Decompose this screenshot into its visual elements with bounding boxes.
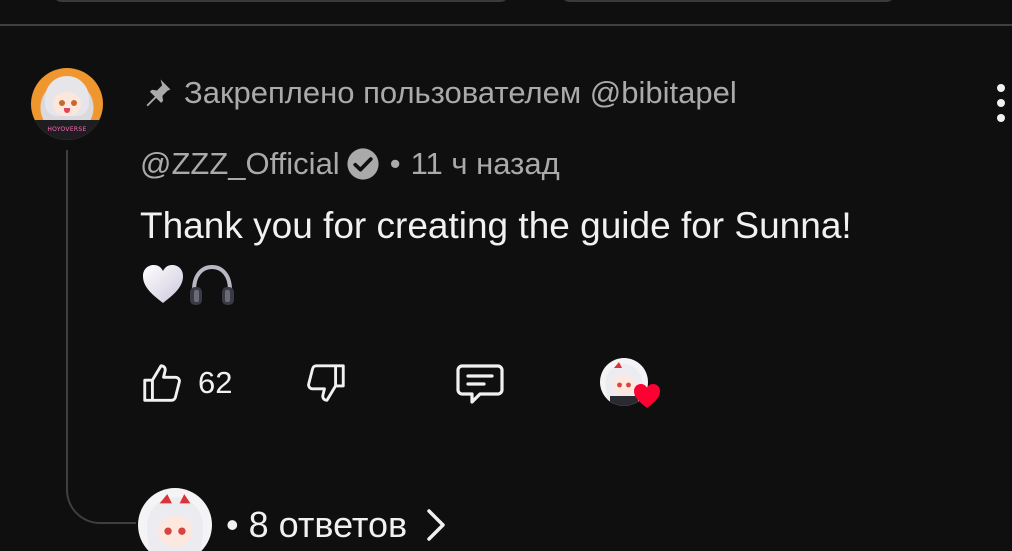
author-handle[interactable]: @ZZZ_Official (140, 146, 340, 182)
verified-check-icon (347, 148, 379, 180)
like-button[interactable]: 62 (138, 360, 232, 406)
creator-heart-badge (600, 358, 666, 410)
view-replies-button[interactable]: • 8 ответов (138, 488, 451, 551)
comment-icon (456, 364, 504, 404)
scroll-edge-shadow (560, 0, 896, 2)
more-options-icon[interactable] (990, 80, 1012, 126)
heart-icon (634, 384, 660, 408)
comment-body: Thank you for creating the guide for Sun… (140, 205, 852, 246)
headphones-icon (190, 264, 234, 305)
comment-emojis (140, 260, 238, 308)
thumbs-up-icon (143, 364, 181, 402)
thumbs-down-icon (307, 364, 345, 402)
scroll-edge-shadow (52, 0, 510, 2)
pinned-label: Закреплено пользователем @bibitapel (184, 75, 737, 110)
divider (0, 24, 1012, 26)
reply-button[interactable] (454, 360, 506, 412)
avatar-logo-text: HOYOVERSE (47, 126, 87, 133)
thread-connector-line (66, 150, 136, 524)
pin-icon (146, 79, 171, 107)
separator-dot: • (389, 146, 401, 181)
author-avatar[interactable]: HOYOVERSE (31, 68, 103, 140)
reply-author-avatar (138, 488, 212, 551)
dislike-button[interactable] (302, 360, 350, 410)
replies-count-label: 8 ответов (248, 504, 408, 545)
white-heart-icon (143, 265, 183, 303)
comment-header: @ZZZ_Official • 11 ч назад (140, 142, 560, 186)
pinned-indicator: Закреплено пользователем @bibitapel (140, 72, 737, 114)
chevron-right-icon (427, 509, 445, 541)
timestamp[interactable]: 11 ч назад (411, 146, 560, 182)
comment-action-bar: 62 (138, 356, 698, 412)
replies-separator: • (226, 504, 239, 545)
comment-thread: HOYOVERSE Закреплено пользователем @bibi… (0, 0, 1012, 551)
like-count: 62 (198, 365, 233, 400)
